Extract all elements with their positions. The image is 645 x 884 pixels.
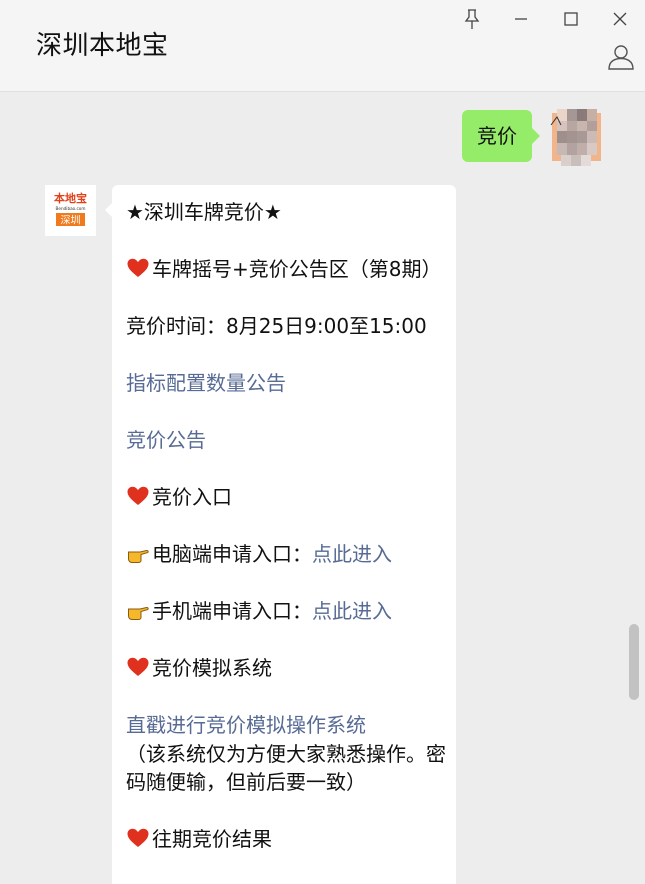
pointing-hand-emoji-icon — [128, 549, 149, 563]
outgoing-message[interactable]: 竞价 — [462, 110, 540, 162]
heart-emoji-icon — [127, 657, 149, 676]
bendibao-logo: 本地宝 Bendibao.com 深圳 — [45, 185, 96, 236]
mobile-entry-link[interactable]: 点此进入 — [312, 599, 392, 623]
title-bar: 深圳本地宝 — [0, 0, 645, 92]
close-button[interactable] — [607, 6, 633, 32]
bendibao-avatar[interactable]: 本地宝 Bendibao.com 深圳 — [45, 185, 96, 236]
pixelated-avatar-image — [549, 109, 604, 166]
maximize-icon — [564, 12, 578, 26]
history-section: 往期竞价结果 — [126, 825, 448, 854]
pc-entry-link[interactable]: 点此进入 — [312, 542, 392, 566]
pin-icon — [464, 9, 480, 29]
quota-notice-link[interactable]: 指标配置数量公告 — [126, 371, 286, 395]
chat-info-button[interactable] — [606, 42, 636, 72]
simulation-note: （该系统仅为方便大家熟悉操作。密码随便输，但前后要一致） — [126, 741, 446, 795]
pointing-hand-emoji-icon — [128, 606, 149, 620]
mobile-entry-label: 手机端申请入口： — [152, 599, 312, 623]
profile-icon — [608, 45, 634, 70]
heart-emoji-icon — [127, 258, 149, 277]
entry-section: 竞价入口 — [126, 483, 448, 512]
heart-emoji-icon — [127, 486, 149, 505]
article-heading: ★深圳车牌竞价★ — [126, 200, 282, 224]
entry-section-title: 竞价入口 — [152, 485, 232, 509]
simulation-block: 直戳进行竞价模拟操作系统 （该系统仅为方便大家熟悉操作。密码随便输，但前后要一致） — [126, 711, 448, 797]
chat-scrollbar[interactable] — [629, 624, 639, 700]
logo-subtext: Bendibao.com — [56, 206, 86, 211]
chat-area[interactable]: 竞价 本地宝 Bendibao.com 深圳 ★深圳车牌竞价★ 车牌摇号+竞价公… — [0, 93, 645, 884]
simulation-section-title: 竞价模拟系统 — [152, 656, 272, 680]
pc-entry-label: 电脑端申请入口： — [152, 542, 312, 566]
pc-entry-row: 电脑端申请入口：点此进入 — [126, 540, 448, 569]
lottery-section-title: 车牌摇号+竞价公告区（第8期） — [152, 257, 442, 281]
auction-time: 竞价时间：8月25日9:00至15:00 — [126, 314, 427, 338]
chat-title: 深圳本地宝 — [36, 31, 169, 61]
my-avatar[interactable] — [549, 109, 604, 166]
simulation-link[interactable]: 直戳进行竞价模拟操作系统 — [126, 713, 366, 737]
minimize-button[interactable] — [508, 6, 534, 32]
history-section-title: 往期竞价结果 — [152, 827, 272, 851]
auction-notice-link[interactable]: 竞价公告 — [126, 428, 206, 452]
pin-button[interactable] — [459, 6, 485, 32]
lottery-section: 车牌摇号+竞价公告区（第8期） — [126, 255, 448, 284]
incoming-message[interactable]: ★深圳车牌竞价★ 车牌摇号+竞价公告区（第8期） 竞价时间：8月25日9:00至… — [105, 185, 456, 884]
mobile-entry-row: 手机端申请入口：点此进入 — [126, 597, 448, 626]
minimize-icon — [515, 18, 527, 20]
city-tag: 深圳 — [61, 215, 81, 227]
logo-text: 本地宝 — [54, 191, 87, 205]
heart-emoji-icon — [127, 828, 149, 847]
maximize-button[interactable] — [558, 6, 584, 32]
close-icon — [613, 12, 627, 26]
simulation-section: 竞价模拟系统 — [126, 654, 448, 683]
